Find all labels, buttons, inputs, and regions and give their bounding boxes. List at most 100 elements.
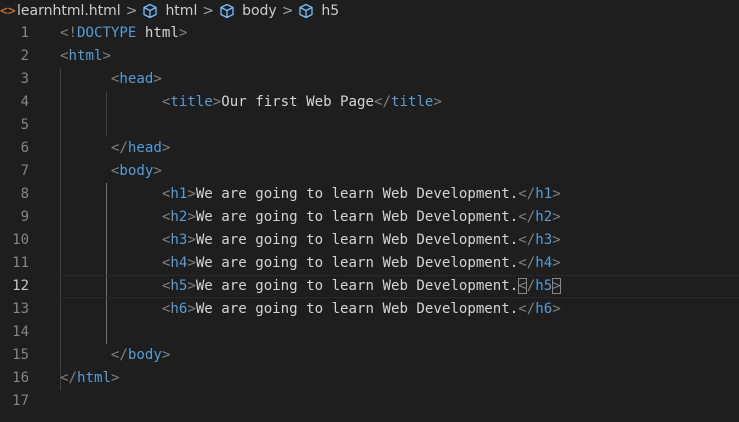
bracket-match: < <box>518 278 527 294</box>
line-number: 11 <box>12 255 29 271</box>
tag-punctuation: </ <box>60 370 77 386</box>
tag-name: title <box>390 94 434 110</box>
line-number: 4 <box>20 94 29 110</box>
tag-punctuation: </ <box>518 209 536 225</box>
line-number: 10 <box>12 232 29 248</box>
line-number: 8 <box>20 186 29 202</box>
tag-punctuation: > <box>153 163 162 179</box>
tag-name: h3 <box>535 232 553 248</box>
code-line[interactable]: 2 <html> <box>0 45 739 68</box>
tag-punctuation: / <box>526 278 536 294</box>
chevron-right-icon: > <box>202 3 215 19</box>
code-text: <body> <box>60 160 162 183</box>
breadcrumb-file[interactable]: learnhtml.html <box>17 3 121 19</box>
tag-name: head <box>127 140 162 156</box>
code-text: </body> <box>60 344 170 367</box>
code-line[interactable]: 4 <title>Our first Web Page</title> <box>0 91 739 114</box>
text-content: We are going to learn Web Development. <box>195 278 519 294</box>
tag-name: h2 <box>535 209 553 225</box>
tag-punctuation: </ <box>518 232 536 248</box>
tag-name: html <box>76 370 111 386</box>
code-text: <!DOCTYPE html> <box>60 22 187 45</box>
breadcrumb-segment-body[interactable]: body <box>219 3 277 19</box>
breadcrumb-segment-label: body <box>242 3 277 19</box>
text-content <box>60 209 162 225</box>
code-line[interactable]: 6 </head> <box>0 137 739 160</box>
text-content: We are going to learn Web Development. <box>195 209 519 225</box>
tag-punctuation: </ <box>110 140 128 156</box>
code-line[interactable]: 15 </body> <box>0 344 739 367</box>
line-number: 15 <box>12 347 29 363</box>
code-line[interactable]: 11 <h4>We are going to learn Web Develop… <box>0 252 739 275</box>
tag-name: h6 <box>170 301 188 317</box>
text-content: We are going to learn Web Development. <box>195 255 519 271</box>
tag-name: h5 <box>170 278 188 294</box>
code-line[interactable]: 13 <h6>We are going to learn Web Develop… <box>0 298 739 321</box>
tag-punctuation: > <box>433 94 442 110</box>
text-content <box>60 255 162 271</box>
line-number: 5 <box>20 117 29 133</box>
breadcrumb-segment-h5[interactable]: h5 <box>298 3 339 19</box>
tag-name: h1 <box>170 186 188 202</box>
code-text: <head> <box>60 68 162 91</box>
tag-punctuation: > <box>552 209 561 225</box>
code-text: </html> <box>60 367 119 390</box>
text-content <box>60 301 162 317</box>
breadcrumb-segment-html[interactable]: html <box>142 3 197 19</box>
text-content <box>60 186 162 202</box>
line-number: 6 <box>20 140 29 156</box>
text-content <box>60 71 111 87</box>
code-text: <html> <box>60 45 111 68</box>
tag-punctuation: </ <box>374 94 391 110</box>
tag-name: body <box>127 347 162 363</box>
code-line[interactable]: 12 <h5>We are going to learn Web Develop… <box>0 275 739 298</box>
breadcrumb-segment-label: h5 <box>321 3 340 19</box>
symbol-element-icon <box>299 3 314 19</box>
tag-name: DOCTYPE <box>76 25 145 41</box>
tag-punctuation: > <box>178 25 188 41</box>
tag-punctuation: > <box>187 301 196 317</box>
code-line[interactable]: 9 <h2>We are going to learn Web Developm… <box>0 206 739 229</box>
tag-name: title <box>170 94 213 110</box>
tag-name: html <box>68 48 103 64</box>
line-number: 16 <box>12 370 29 386</box>
text-content <box>60 347 111 363</box>
tag-name: h1 <box>535 186 553 202</box>
code-line[interactable]: 10 <h3>We are going to learn Web Develop… <box>0 229 739 252</box>
line-number: 17 <box>12 393 29 409</box>
tag-punctuation: > <box>110 370 120 386</box>
tag-punctuation: > <box>187 232 196 248</box>
code-line[interactable]: 17 <box>0 390 739 413</box>
tag-name: h6 <box>535 301 553 317</box>
tag-punctuation: > <box>552 232 561 248</box>
chevron-right-icon: > <box>281 3 294 19</box>
tag-punctuation: > <box>187 209 196 225</box>
text-content: We are going to learn Web Development. <box>195 301 519 317</box>
code-line[interactable]: 3 <head> <box>0 68 739 91</box>
code-line[interactable]: 16 </html> <box>0 367 739 390</box>
tag-name: h3 <box>170 232 188 248</box>
line-number: 9 <box>20 209 29 225</box>
tag-punctuation: </ <box>518 255 536 271</box>
code-line[interactable]: 14 <box>0 321 739 344</box>
chevron-right-icon: > <box>125 3 138 19</box>
code-text: <h4>We are going to learn Web Developmen… <box>60 252 561 275</box>
code-line[interactable]: 7 <body> <box>0 160 739 183</box>
text-content <box>60 140 111 156</box>
text-content: Our first Web Page <box>221 94 374 110</box>
tag-punctuation: > <box>161 347 171 363</box>
tag-punctuation: > <box>552 186 561 202</box>
tag-name: h4 <box>535 255 553 271</box>
code-line[interactable]: 8 <h1>We are going to learn Web Developm… <box>0 183 739 206</box>
tag-punctuation: > <box>161 140 171 156</box>
code-text: <h5>We are going to learn Web Developmen… <box>60 275 561 298</box>
code-line[interactable]: 5 <box>0 114 739 137</box>
line-number: 7 <box>20 163 29 179</box>
text-content <box>60 94 162 110</box>
tag-name: h4 <box>170 255 188 271</box>
code-text: <h6>We are going to learn Web Developmen… <box>60 298 561 321</box>
code-editor[interactable]: 1 <!DOCTYPE html> 2 <html> 3 <head> 4 <title>… <box>0 22 739 422</box>
tag-punctuation: < <box>60 48 69 64</box>
code-line[interactable]: 1 <!DOCTYPE html> <box>0 22 739 45</box>
code-text: <h3>We are going to learn Web Developmen… <box>60 229 561 252</box>
